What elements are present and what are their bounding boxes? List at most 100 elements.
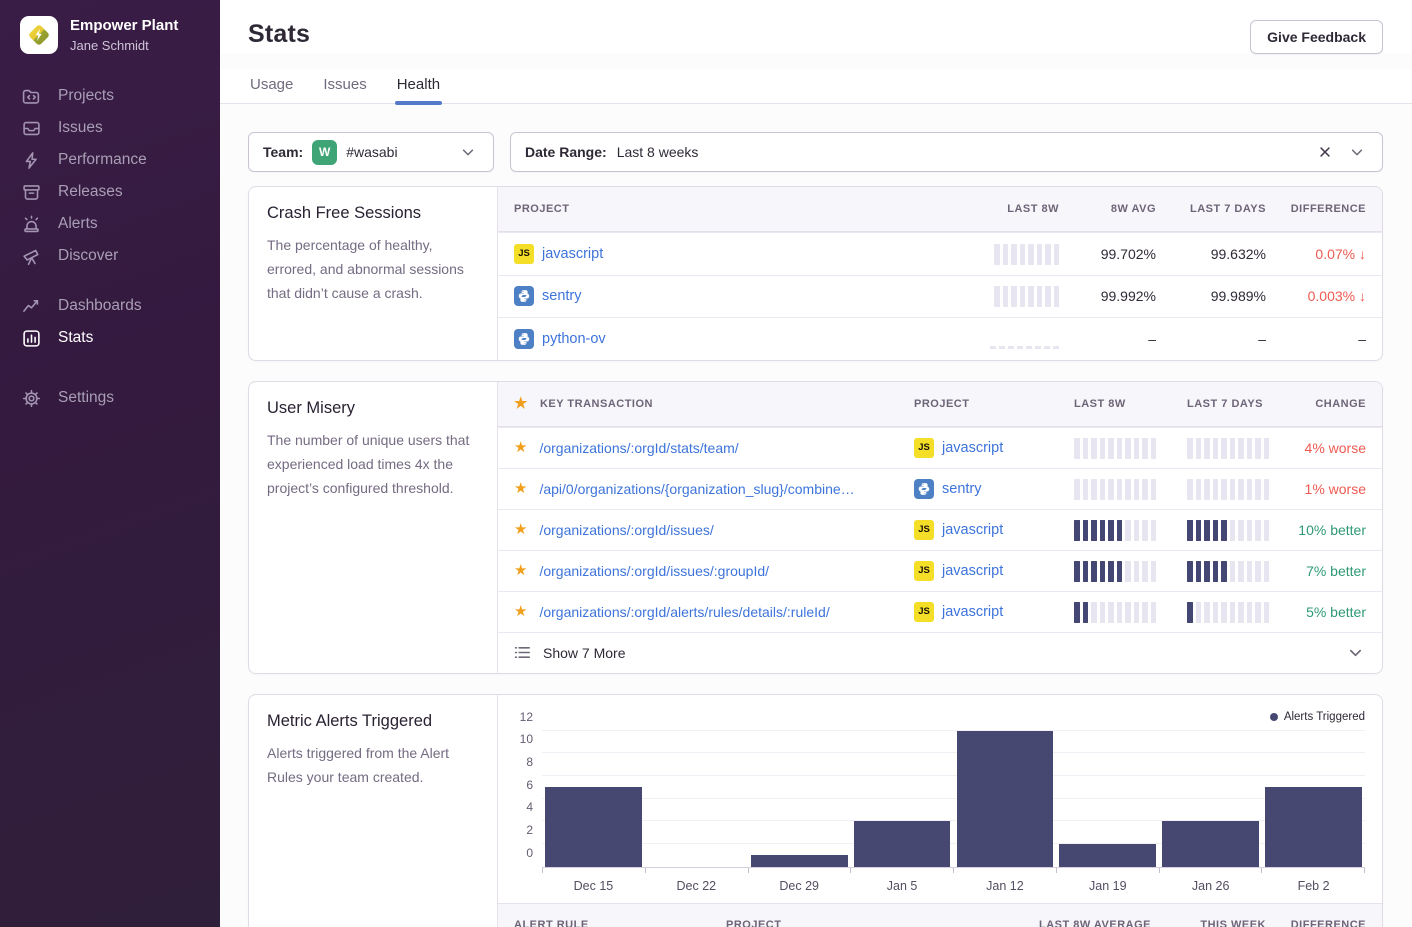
arrow-down-icon: ↓ xyxy=(1359,288,1366,304)
panel-description: Alerts triggered from the Alert Rules yo… xyxy=(267,741,479,789)
tab-issues[interactable]: Issues xyxy=(321,70,368,103)
org-name: Empower Plant xyxy=(70,17,178,36)
legend-dot-icon xyxy=(1270,713,1278,721)
transaction-link[interactable]: /organizations/:orgId/issues/:groupId/ xyxy=(539,563,769,579)
sidebar-item-releases[interactable]: Releases xyxy=(22,176,220,208)
col-key-transaction: Key Transaction xyxy=(540,398,653,410)
metric-alerts-summary: Metric Alerts Triggered Alerts triggered… xyxy=(249,695,498,927)
panel-description: The number of unique users that experien… xyxy=(267,428,479,500)
javascript-platform-icon: JS xyxy=(914,561,934,581)
crash-free-sessions-panel: Crash Free Sessions The percentage of he… xyxy=(248,186,1383,361)
give-feedback-button[interactable]: Give Feedback xyxy=(1250,20,1383,54)
panel-description: The percentage of healthy, errored, and … xyxy=(267,233,479,305)
releases-icon xyxy=(22,183,41,202)
sparkline-last-8w xyxy=(939,328,1059,350)
project-link[interactable]: javascript xyxy=(942,563,1003,579)
date-range-label: Date Range: xyxy=(525,144,607,160)
sidebar-item-settings[interactable]: Settings xyxy=(22,382,220,414)
project-link[interactable]: javascript xyxy=(942,440,1003,456)
key-transaction-star-icon[interactable]: ★ xyxy=(514,522,527,537)
page-title: Stats xyxy=(248,20,310,49)
panel-title: Crash Free Sessions xyxy=(267,204,479,223)
legend-label: Alerts Triggered xyxy=(1284,711,1365,723)
change-value: 5% better xyxy=(1284,604,1366,620)
col-last-8w: Last 8W xyxy=(939,203,1059,215)
project-link[interactable]: sentry xyxy=(542,288,582,304)
col-project: Project xyxy=(514,203,939,215)
python-platform-icon xyxy=(514,286,534,306)
sidebar-item-label: Alerts xyxy=(58,215,98,233)
sparkline-last-8w xyxy=(1074,560,1187,582)
col-change: Change xyxy=(1284,398,1366,410)
show-more-label: Show 7 More xyxy=(543,645,625,661)
transaction-link[interactable]: /api/0/organizations/{organization_slug}… xyxy=(539,481,854,497)
last-7d-value: 99.632% xyxy=(1156,246,1266,262)
sidebar: Empower Plant Jane Schmidt Projects Issu… xyxy=(0,0,220,927)
col-last-7-days: Last 7 Days xyxy=(1156,203,1266,215)
table-row: ★ /organizations/:orgId/issues/ JS javascr… xyxy=(498,509,1382,550)
chart-plot: 024681012 xyxy=(542,732,1365,868)
project-link[interactable]: sentry xyxy=(942,481,982,497)
alerts-table-header: Alert Rule Project Last 8W Average This … xyxy=(498,903,1382,927)
clear-date-icon[interactable] xyxy=(1314,141,1336,163)
sidebar-item-discover[interactable]: Discover xyxy=(22,240,220,272)
chevron-down-icon[interactable] xyxy=(457,141,479,163)
sidebar-item-dashboards[interactable]: Dashboards xyxy=(22,290,220,322)
org-switcher[interactable]: Empower Plant Jane Schmidt xyxy=(0,0,220,80)
tab-usage[interactable]: Usage xyxy=(248,70,295,103)
sparkline-last-7d xyxy=(1187,601,1284,623)
transaction-link[interactable]: /organizations/:orgId/alerts/rules/detai… xyxy=(539,604,829,620)
tab-health[interactable]: Health xyxy=(395,70,442,103)
transaction-link[interactable]: /organizations/:orgId/issues/ xyxy=(539,522,713,538)
chart-x-labels: Dec 15Dec 22Dec 29Jan 5Jan 12Jan 19Jan 2… xyxy=(542,873,1365,903)
sidebar-item-stats[interactable]: Stats xyxy=(22,322,220,354)
sidebar-item-label: Settings xyxy=(58,389,114,407)
python-platform-icon xyxy=(914,479,934,499)
project-link[interactable]: javascript xyxy=(942,604,1003,620)
avg-8w-value: 99.702% xyxy=(1059,246,1156,262)
project-link[interactable]: javascript xyxy=(542,246,603,262)
filter-bar: Team: W #wasabi Date Range: Last 8 weeks xyxy=(248,132,1383,172)
sidebar-item-label: Discover xyxy=(58,247,118,265)
discover-icon xyxy=(22,247,41,266)
col-difference: Difference xyxy=(1266,203,1366,215)
sidebar-item-label: Dashboards xyxy=(58,297,142,315)
sidebar-item-label: Releases xyxy=(58,183,123,201)
col-alert-rule: Alert Rule xyxy=(514,919,726,927)
projects-icon xyxy=(22,87,41,106)
sidebar-item-label: Issues xyxy=(58,119,103,137)
crash-free-table: Project Last 8W 8W Avg Last 7 Days Diffe… xyxy=(498,187,1382,360)
sparkline-last-7d xyxy=(1187,560,1284,582)
key-transaction-star-icon[interactable]: ★ xyxy=(514,481,527,496)
sparkline-last-8w xyxy=(1074,437,1187,459)
arrow-down-icon: ↓ xyxy=(1359,246,1366,262)
project-link[interactable]: javascript xyxy=(942,522,1003,538)
chevron-down-icon[interactable] xyxy=(1344,642,1366,664)
user-misery-panel: User Misery The number of unique users t… xyxy=(248,381,1383,674)
col-8w-avg: 8W Avg xyxy=(1059,203,1156,215)
date-range-select[interactable]: Date Range: Last 8 weeks xyxy=(510,132,1383,172)
panel-title: Metric Alerts Triggered xyxy=(267,712,479,731)
sidebar-item-projects[interactable]: Projects xyxy=(22,80,220,112)
col-project: Project xyxy=(914,398,1074,410)
project-link[interactable]: python-ov xyxy=(542,331,606,347)
sidebar-item-issues[interactable]: Issues xyxy=(22,112,220,144)
sidebar-item-label: Projects xyxy=(58,87,114,105)
chevron-down-icon[interactable] xyxy=(1346,141,1368,163)
performance-icon xyxy=(22,151,41,170)
sidebar-item-alerts[interactable]: Alerts xyxy=(22,208,220,240)
table-row: python-ov – – – xyxy=(498,317,1382,360)
table-row: ★ /api/0/organizations/{organization_slug… xyxy=(498,468,1382,509)
key-transaction-star-icon[interactable]: ★ xyxy=(514,440,527,455)
difference-value: – xyxy=(1266,331,1366,347)
javascript-platform-icon: JS xyxy=(914,520,934,540)
sidebar-item-performance[interactable]: Performance xyxy=(22,144,220,176)
show-more-row[interactable]: Show 7 More xyxy=(498,632,1382,673)
last-7d-value: 99.989% xyxy=(1156,288,1266,304)
team-select[interactable]: Team: W #wasabi xyxy=(248,132,494,172)
transaction-link[interactable]: /organizations/:orgId/stats/team/ xyxy=(539,440,738,456)
empower-plant-logo-icon xyxy=(27,23,51,47)
key-transaction-star-icon[interactable]: ★ xyxy=(514,604,527,619)
difference-value: 0.003% ↓ xyxy=(1266,288,1366,304)
key-transaction-star-icon[interactable]: ★ xyxy=(514,563,527,578)
